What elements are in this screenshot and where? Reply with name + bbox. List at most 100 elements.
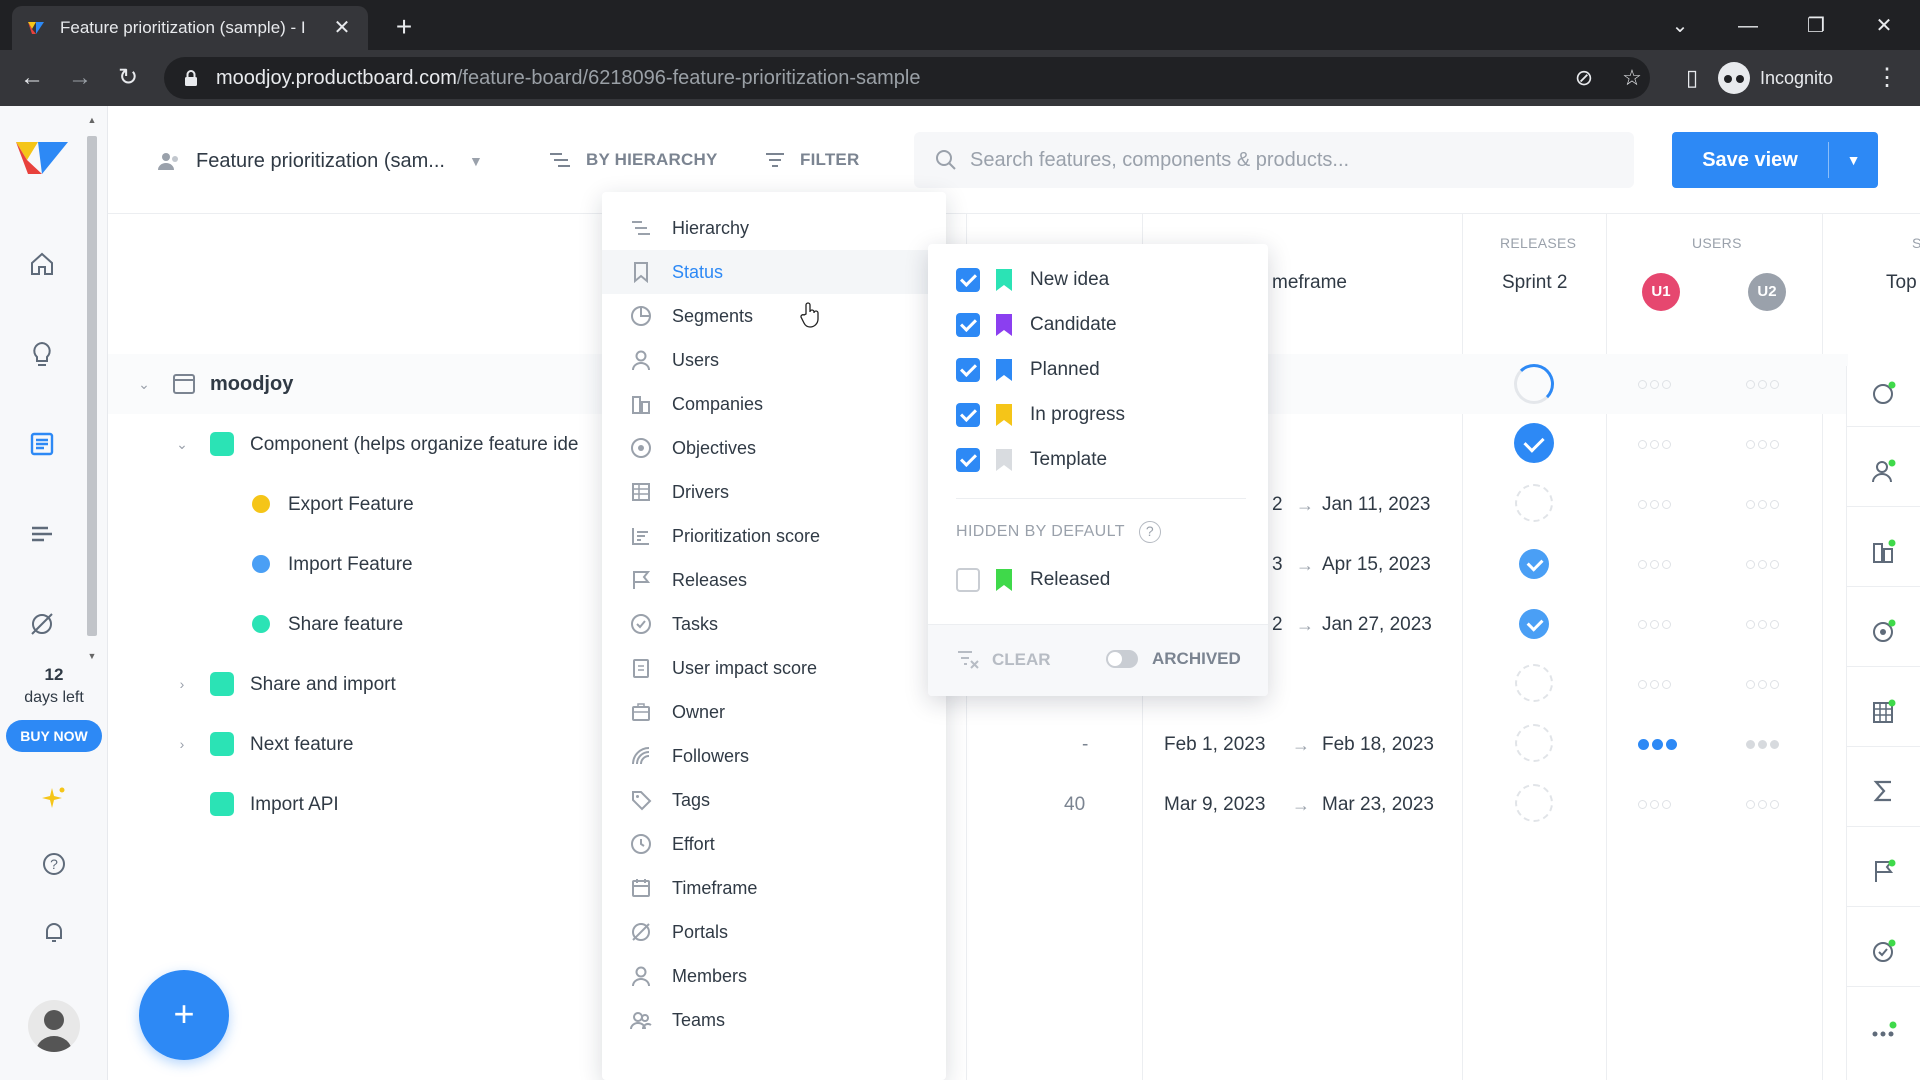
user-impact-u2[interactable] bbox=[1746, 380, 1779, 389]
search-box[interactable] bbox=[914, 132, 1634, 188]
forward-icon[interactable]: → bbox=[62, 60, 98, 96]
menu-item-prioritization-score[interactable]: Prioritization score bbox=[602, 514, 946, 558]
user-impact-u2[interactable] bbox=[1746, 500, 1779, 509]
users-column-icon[interactable] bbox=[1869, 456, 1899, 486]
expand-chevron-icon[interactable]: › bbox=[172, 676, 192, 692]
new-tab-icon[interactable]: + bbox=[388, 12, 420, 44]
status-option-in-progress[interactable]: In progress bbox=[928, 393, 1268, 437]
minimize-icon[interactable]: — bbox=[1728, 8, 1768, 44]
expand-chevron-icon[interactable]: › bbox=[172, 736, 192, 752]
release-empty-cell[interactable] bbox=[1515, 784, 1553, 822]
releases-column-icon[interactable] bbox=[1869, 856, 1899, 886]
menu-item-owner[interactable]: Owner bbox=[602, 690, 946, 734]
board-dropdown-chevron-icon[interactable]: ▼ bbox=[469, 153, 483, 169]
notifications-bell-icon[interactable] bbox=[40, 918, 68, 946]
side-panel-icon[interactable]: ▯ bbox=[1674, 60, 1710, 96]
objectives-column-icon[interactable] bbox=[1869, 616, 1899, 646]
release-assigned-check[interactable] bbox=[1519, 609, 1549, 639]
menu-item-users[interactable]: Users bbox=[602, 338, 946, 382]
portal-icon[interactable] bbox=[26, 608, 58, 640]
menu-item-members[interactable]: Members bbox=[602, 954, 946, 998]
collapse-chevron-icon[interactable]: ⌄ bbox=[134, 376, 154, 393]
rail-scrollbar[interactable]: ▲ ▼ bbox=[86, 114, 98, 664]
status-checkbox[interactable] bbox=[956, 268, 980, 292]
release-assigned-check[interactable] bbox=[1514, 423, 1554, 463]
user-impact-u2[interactable] bbox=[1746, 560, 1779, 569]
release-assigned-check[interactable] bbox=[1519, 549, 1549, 579]
row-title[interactable]: Next feature bbox=[250, 734, 354, 756]
timeframe-start[interactable]: Mar 9, 2023 bbox=[1164, 794, 1265, 816]
incognito-profile[interactable]: Incognito bbox=[1718, 58, 1833, 98]
status-checkbox[interactable] bbox=[956, 403, 980, 427]
menu-item-releases[interactable]: Releases bbox=[602, 558, 946, 602]
row-title[interactable]: Share and import bbox=[250, 674, 396, 696]
collapse-chevron-icon[interactable]: ⌄ bbox=[172, 436, 192, 453]
release-partial-indicator[interactable] bbox=[1514, 364, 1554, 404]
row-title[interactable]: Export Feature bbox=[288, 494, 414, 516]
user-u1-badge[interactable]: U1 bbox=[1642, 273, 1680, 311]
reload-icon[interactable]: ↻ bbox=[110, 60, 146, 96]
sum-column-icon[interactable] bbox=[1869, 776, 1899, 806]
score-cell[interactable]: - bbox=[1082, 734, 1088, 756]
row-title[interactable]: Share feature bbox=[288, 614, 403, 636]
tab-search-icon[interactable]: ⌄ bbox=[1660, 8, 1700, 44]
search-input[interactable] bbox=[970, 148, 1630, 172]
timeframe-start[interactable]: 2 bbox=[1272, 614, 1283, 636]
timeframe-end[interactable]: Jan 11, 2023 bbox=[1322, 494, 1430, 516]
timeframe-start[interactable]: 3 bbox=[1272, 554, 1283, 576]
release-empty-cell[interactable] bbox=[1515, 484, 1553, 522]
group-by-hierarchy-button[interactable]: BY HIERARCHY bbox=[548, 150, 718, 170]
user-impact-u1[interactable] bbox=[1638, 380, 1671, 389]
menu-item-hierarchy[interactable]: Hierarchy bbox=[602, 206, 946, 250]
menu-item-companies[interactable]: Companies bbox=[602, 382, 946, 426]
release-empty-cell[interactable] bbox=[1515, 664, 1553, 702]
menu-item-user-impact-score[interactable]: User impact score bbox=[602, 646, 946, 690]
menu-item-tags[interactable]: Tags bbox=[602, 778, 946, 822]
user-impact-u2[interactable] bbox=[1746, 620, 1779, 629]
filter-button[interactable]: FILTER bbox=[764, 150, 859, 170]
save-options-chevron-icon[interactable]: ▼ bbox=[1829, 152, 1878, 168]
status-option-new-idea[interactable]: New idea bbox=[928, 258, 1268, 302]
row-title[interactable]: moodjoy bbox=[210, 373, 293, 396]
menu-item-segments[interactable]: Segments bbox=[602, 294, 946, 338]
create-new-button[interactable]: + bbox=[139, 970, 229, 1060]
back-icon[interactable]: ← bbox=[14, 60, 50, 96]
score-cell[interactable]: 40 bbox=[1064, 794, 1085, 816]
buy-now-button[interactable]: BUY NOW bbox=[6, 720, 102, 752]
timeframe-end[interactable]: Feb 18, 2023 bbox=[1322, 734, 1434, 756]
menu-item-portals[interactable]: Portals bbox=[602, 910, 946, 954]
save-view-button[interactable]: Save view ▼ bbox=[1672, 132, 1878, 188]
user-impact-u1[interactable] bbox=[1638, 500, 1671, 509]
drivers-column-icon[interactable] bbox=[1869, 696, 1899, 726]
row-title[interactable]: Component (helps organize feature ide bbox=[250, 434, 578, 456]
table-row-component[interactable]: › Next feature bbox=[108, 714, 1848, 774]
top-column-header[interactable]: Top bbox=[1886, 272, 1917, 294]
bookmark-star-icon[interactable]: ☆ bbox=[1614, 60, 1650, 96]
timeframe-end[interactable]: Jan 27, 2023 bbox=[1322, 614, 1432, 636]
scroll-thumb[interactable] bbox=[87, 136, 97, 636]
help-icon[interactable]: ? bbox=[40, 850, 68, 878]
table-row-component[interactable]: Import API bbox=[108, 774, 1848, 834]
user-impact-u1[interactable] bbox=[1638, 560, 1671, 569]
user-impact-u1[interactable] bbox=[1638, 680, 1671, 689]
row-title[interactable]: Import Feature bbox=[288, 554, 413, 576]
release-sprint-2-header[interactable]: Sprint 2 bbox=[1502, 272, 1567, 294]
user-impact-u2[interactable] bbox=[1746, 740, 1779, 749]
menu-item-status[interactable]: Status bbox=[602, 250, 946, 294]
home-icon[interactable] bbox=[26, 248, 58, 280]
scroll-up-icon[interactable]: ▲ bbox=[86, 114, 98, 126]
status-checkbox[interactable] bbox=[956, 448, 980, 472]
user-impact-u2[interactable] bbox=[1746, 440, 1779, 449]
features-board-icon[interactable] bbox=[26, 428, 58, 460]
timeframe-column-header[interactable]: meframe bbox=[1272, 272, 1347, 294]
status-option-candidate[interactable]: Candidate bbox=[928, 303, 1268, 347]
status-checkbox[interactable] bbox=[956, 568, 980, 592]
tab-close-icon[interactable]: ✕ bbox=[330, 16, 354, 40]
user-impact-u1[interactable] bbox=[1638, 800, 1671, 809]
timeframe-end[interactable]: Mar 23, 2023 bbox=[1322, 794, 1434, 816]
scroll-down-icon[interactable]: ▼ bbox=[86, 650, 98, 662]
companies-column-icon[interactable] bbox=[1869, 536, 1899, 566]
sparkle-icon[interactable] bbox=[40, 784, 68, 812]
address-bar[interactable]: moodjoy.productboard.com/feature-board/6… bbox=[164, 57, 1650, 99]
user-impact-u2[interactable] bbox=[1746, 680, 1779, 689]
